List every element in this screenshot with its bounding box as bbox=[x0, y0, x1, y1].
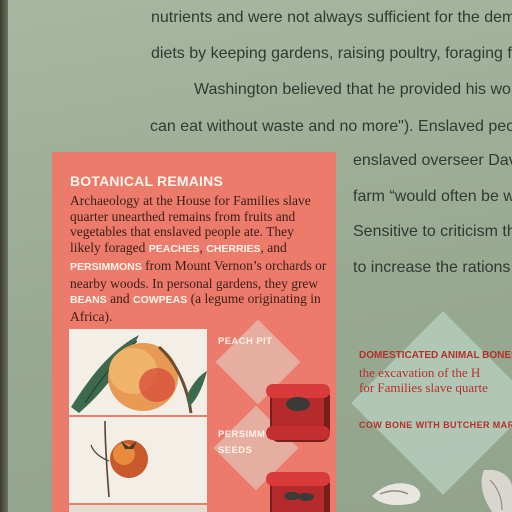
keyword-peaches: PEACHES bbox=[148, 243, 200, 256]
cow-bone-tag: COW BONE WITH BUTCHER MAR bbox=[359, 420, 512, 430]
botanical-title: BOTANICAL REMAINS bbox=[70, 173, 223, 189]
keyword-persimmons: PERSIMMONS bbox=[70, 260, 142, 273]
body-line-3: Washington believed that he provided his… bbox=[194, 81, 512, 98]
persimmon-drawing bbox=[90, 420, 148, 498]
body-line-4: can eat without waste and no more"). Ens… bbox=[150, 118, 512, 135]
animal-bones-title: DOMESTICATED ANIMAL BONES bbox=[359, 350, 512, 361]
body-line-1: nutrients and were not always sufficient… bbox=[151, 9, 512, 26]
keyword-beans: BEANS bbox=[70, 294, 107, 307]
body-line-6: farm “would often be w bbox=[353, 188, 512, 205]
keyword-cherries: CHERRIES bbox=[206, 243, 261, 256]
body-line-5: enslaved overseer Davy bbox=[353, 152, 512, 169]
persimmon-illustration bbox=[69, 417, 207, 503]
botanical-text: Archaeology at the House for Families sl… bbox=[70, 193, 327, 324]
peach-pit-tag: PEACH PIT bbox=[218, 336, 273, 347]
body-line-8: to increase the rations s bbox=[353, 259, 512, 276]
peach-pit-specimen-reel bbox=[266, 384, 330, 442]
body-line-2: diets by keeping gardens, raising poultr… bbox=[151, 45, 512, 62]
persimmon-tag-line2: SEEDS bbox=[218, 445, 253, 456]
persimmon-seeds-specimen-reel bbox=[266, 472, 330, 512]
body-line-7: Sensitive to criticism th bbox=[353, 223, 512, 240]
peach-illustration bbox=[69, 329, 207, 415]
animal-bones-line2: for Families slave quarte bbox=[359, 380, 488, 395]
peach-drawing bbox=[71, 335, 207, 414]
museum-panel-photo: nutrients and were not always sufficient… bbox=[0, 0, 512, 512]
keyword-cowpeas: COWPEAS bbox=[133, 294, 188, 307]
animal-bones-line1: the excavation of the H bbox=[359, 365, 481, 380]
panel-frame-edge bbox=[0, 0, 8, 512]
bone-fragments bbox=[372, 470, 512, 512]
bottom-illustration bbox=[69, 505, 207, 512]
